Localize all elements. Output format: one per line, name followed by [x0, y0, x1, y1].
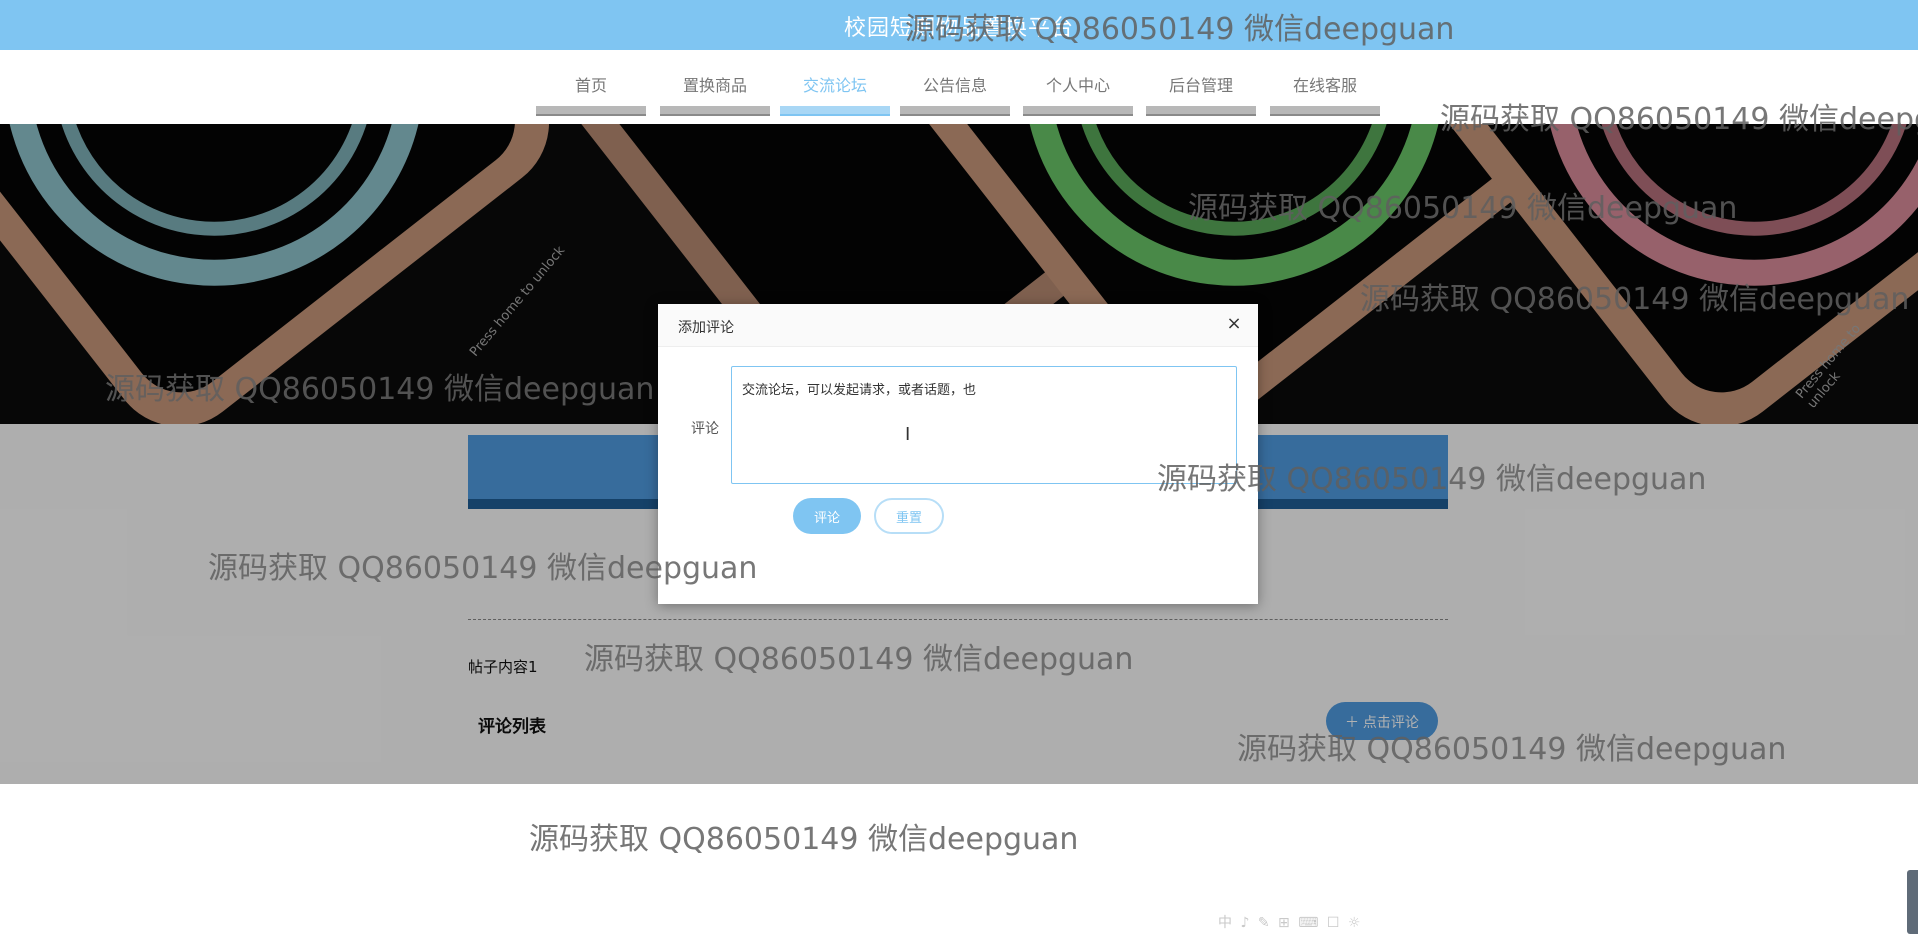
nav-item-support[interactable]: 在线客服: [1270, 72, 1380, 116]
watermark-text: 源码获取 QQ86050149 微信deepguan: [529, 822, 1079, 857]
nav-item-forum[interactable]: 交流论坛: [780, 72, 890, 116]
nav-item-label: 首页: [574, 76, 607, 95]
comment-field-label: 评论: [691, 421, 719, 437]
nav-item-profile[interactable]: 个人中心: [1023, 72, 1133, 116]
nav-item-label: 在线客服: [1292, 76, 1357, 95]
ime-toolbar[interactable]: 中 ♪ ✎ ⊞ ⌨ ☐ ☼: [1218, 912, 1362, 932]
nav-underline: [1270, 106, 1380, 116]
submit-comment-button[interactable]: 评论: [793, 498, 861, 534]
text-cursor-icon: I: [905, 424, 911, 445]
nav-item-admin[interactable]: 后台管理: [1146, 72, 1256, 116]
nav-item-goods[interactable]: 置换商品: [660, 72, 770, 116]
site-title: 校园短期物品置换平台: [843, 16, 1074, 41]
nav-underline: [780, 106, 890, 116]
nav-item-label: 后台管理: [1168, 76, 1233, 95]
dialog-header: 添加评论 ×: [658, 304, 1258, 347]
comment-textarea[interactable]: [731, 366, 1237, 484]
nav-item-label: 公告信息: [922, 76, 987, 95]
nav-underline: [660, 106, 770, 116]
add-comment-dialog: 添加评论 × 评论 I 评论 重置: [658, 304, 1258, 604]
top-title-bar: 校园短期物品置换平台: [0, 0, 1918, 50]
main-nav: 首页 置换商品 交流论坛 公告信息 个人中心 后台管理 在线客服: [0, 50, 1918, 124]
dialog-title: 添加评论: [678, 320, 734, 336]
nav-underline: [1146, 106, 1256, 116]
reset-button[interactable]: 重置: [874, 498, 944, 534]
nav-underline: [1023, 106, 1133, 116]
nav-underline: [900, 106, 1010, 116]
nav-item-label: 交流论坛: [802, 76, 867, 95]
nav-underline: [536, 106, 646, 116]
nav-item-label: 个人中心: [1045, 76, 1110, 95]
side-scroll-handle[interactable]: [1907, 870, 1918, 934]
nav-item-home[interactable]: 首页: [536, 72, 646, 116]
nav-item-label: 置换商品: [682, 76, 747, 95]
close-icon[interactable]: ×: [1224, 314, 1244, 334]
nav-item-notice[interactable]: 公告信息: [900, 72, 1010, 116]
